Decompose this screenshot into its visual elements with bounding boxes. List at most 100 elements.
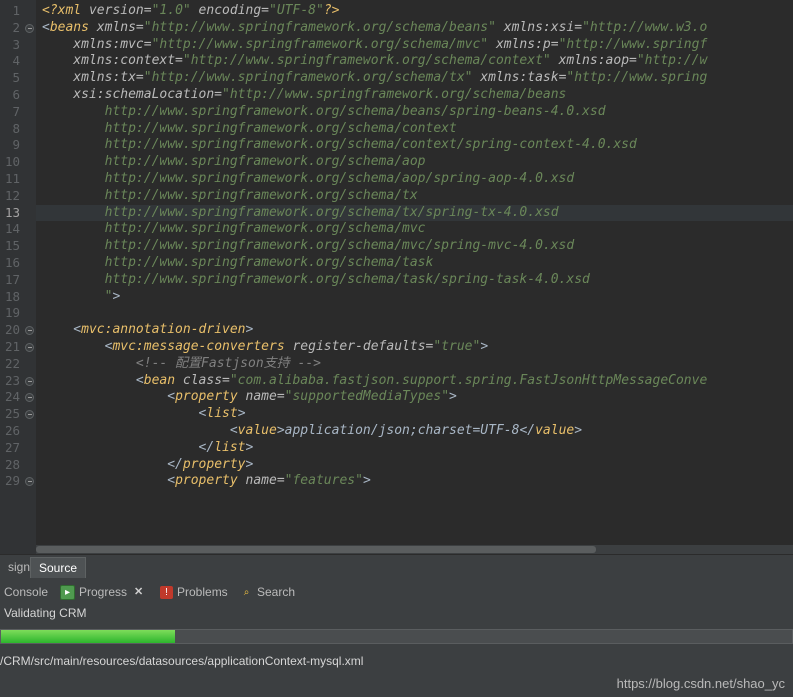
- code-token: "com.alibaba.fastjson.support.spring.Fas…: [229, 372, 708, 388]
- line-number: 4: [12, 53, 20, 69]
- code-token: "1.0": [151, 3, 191, 18]
- bottom-panel: Console ▸ Progress ✕ ! Problems ⌕ Search Valida…: [0, 578, 793, 697]
- code-line: <property name="features">: [36, 473, 793, 490]
- code-line: </list>: [36, 440, 793, 457]
- line-number: 29: [0, 473, 36, 490]
- code-token: "http://www.spring: [566, 70, 708, 86]
- watermark-text: https://blog.csdn.net/shao_yc: [616, 676, 785, 691]
- fold-toggle-icon[interactable]: [25, 342, 34, 352]
- code-token: xmlns:p=: [488, 36, 559, 52]
- code-line: http://www.springframework.org/schema/ao…: [36, 154, 793, 171]
- close-icon[interactable]: ✕: [134, 582, 143, 602]
- code-token: xmlns:aop=: [550, 53, 637, 69]
- code-token: bean: [143, 372, 176, 388]
- code-token: http://www.springframework.org/schema/ao…: [42, 154, 426, 170]
- code-token: property: [175, 473, 238, 489]
- line-number: 17: [4, 271, 20, 287]
- code-token: >: [112, 288, 121, 304]
- code-token: xmlns:xsi=: [495, 19, 583, 35]
- line-number: 28: [4, 456, 20, 472]
- status-text: Validating CRM: [4, 606, 87, 620]
- fold-toggle-icon[interactable]: [25, 393, 34, 403]
- code-token: http://www.springframework.org/schema/ao…: [42, 170, 575, 186]
- line-number: 13: [4, 204, 20, 220]
- code-token: value: [237, 422, 277, 438]
- code-token: encoding=: [190, 3, 270, 18]
- line-number: 5: [12, 70, 20, 86]
- code-line: xmlns:context="http://www.springframewor…: [36, 53, 793, 70]
- panel-tab-problems[interactable]: ! Problems: [160, 582, 228, 602]
- line-number: 1: [12, 3, 20, 18]
- line-number: 19: [4, 305, 20, 321]
- code-token: "supportedMediaTypes": [284, 389, 450, 405]
- line-number: 21: [0, 339, 36, 356]
- horizontal-scrollbar[interactable]: [36, 545, 793, 554]
- code-token: application/json;charset=UTF-8: [284, 422, 520, 438]
- code-token: ?>: [323, 3, 340, 18]
- code-token: xmlns:context=: [42, 53, 183, 69]
- code-token: xmlns:mvc=: [42, 36, 152, 52]
- panel-tab-progress[interactable]: ▸ Progress ✕: [60, 582, 143, 602]
- panel-tab-bar[interactable]: Console ▸ Progress ✕ ! Problems ⌕ Search: [0, 578, 793, 605]
- code-token: >: [480, 338, 489, 354]
- code-token: property: [175, 389, 238, 405]
- code-line: <!-- 配置Fastjson支持 -->: [36, 356, 793, 373]
- code-token: "http://www.springframework.org/schema/c…: [182, 53, 551, 69]
- code-line: <mvc:annotation-driven>: [36, 322, 793, 339]
- code-token: xsi:schemaLocation=: [42, 86, 223, 102]
- code-token: "http://www.springf: [558, 36, 708, 52]
- code-token: list: [206, 406, 238, 422]
- panel-tab-search[interactable]: ⌕ Search: [240, 582, 295, 602]
- code-token: >: [449, 389, 457, 405]
- code-token: <: [42, 406, 207, 422]
- fold-toggle-icon[interactable]: [25, 410, 34, 420]
- problems-icon: !: [160, 585, 173, 599]
- fold-toggle-icon[interactable]: [25, 23, 34, 33]
- code-token: >: [245, 322, 254, 338]
- line-number: 23: [0, 373, 36, 390]
- code-token: xmlns:tx=: [42, 70, 144, 86]
- code-token: property: [182, 456, 246, 472]
- code-line: xsi:schemaLocation="http://www.springfra…: [36, 87, 793, 104]
- line-number: 14: [4, 221, 20, 237]
- code-token: http://www.springframework.org/schema/co…: [42, 137, 637, 153]
- code-area[interactable]: <?xml version="1.0" encoding="UTF-8"?> <b…: [36, 0, 793, 554]
- scrollbar-thumb[interactable]: [36, 546, 596, 553]
- editor-tab-bar[interactable]: sign Source: [0, 554, 793, 579]
- fold-toggle-icon[interactable]: [25, 477, 34, 487]
- code-line: <bean class="com.alibaba.fastjson.suppor…: [36, 373, 793, 390]
- line-number: 26: [4, 422, 20, 438]
- code-line: ">: [36, 289, 793, 306]
- code-token: http://www.springframework.org/schema/tx: [42, 187, 418, 203]
- tab-source[interactable]: Source: [30, 557, 87, 578]
- code-token: mvc:message-converters: [112, 338, 285, 354]
- xml-editor[interactable]: 1 2 3 4 5 6 7 8 9 10 11 12 13 14 15 16 17 18 19 20 21 22 23 24 2…: [0, 0, 793, 554]
- code-token: http://www.springframework.org/schema/co…: [42, 120, 457, 136]
- code-line: http://www.springframework.org/schema/tx: [36, 188, 793, 205]
- file-path-text: /CRM/src/main/resources/datasources/appl…: [0, 654, 364, 668]
- code-token: http://www.springframework.org/schema/ta…: [42, 254, 434, 270]
- line-number: 18: [4, 288, 20, 304]
- code-token: list: [214, 439, 246, 455]
- code-token: <: [42, 338, 113, 354]
- fold-toggle-icon[interactable]: [25, 326, 34, 336]
- code-token: <: [42, 19, 50, 35]
- code-token: <!-- 配置Fastjson支持 -->: [42, 355, 321, 371]
- code-token: "features": [284, 473, 363, 489]
- code-token: "UTF-8": [269, 3, 324, 18]
- fold-toggle-icon[interactable]: [25, 376, 34, 386]
- line-number: 8: [12, 120, 20, 136]
- line-number: 25: [0, 406, 36, 423]
- line-number: 6: [12, 86, 20, 102]
- code-token: http://www.springframework.org/schema/mv…: [42, 238, 575, 254]
- line-number: 3: [12, 36, 20, 52]
- code-token: <: [42, 389, 176, 405]
- code-token: <: [42, 322, 82, 338]
- code-token: <: [42, 372, 144, 388]
- code-line: <property name="supportedMediaTypes">: [36, 389, 793, 406]
- code-token: "true": [433, 338, 481, 354]
- progress-bar-fill: [1, 630, 176, 643]
- panel-tab-console[interactable]: Console: [4, 582, 48, 602]
- code-token: <: [42, 473, 176, 489]
- code-token: >: [245, 439, 254, 455]
